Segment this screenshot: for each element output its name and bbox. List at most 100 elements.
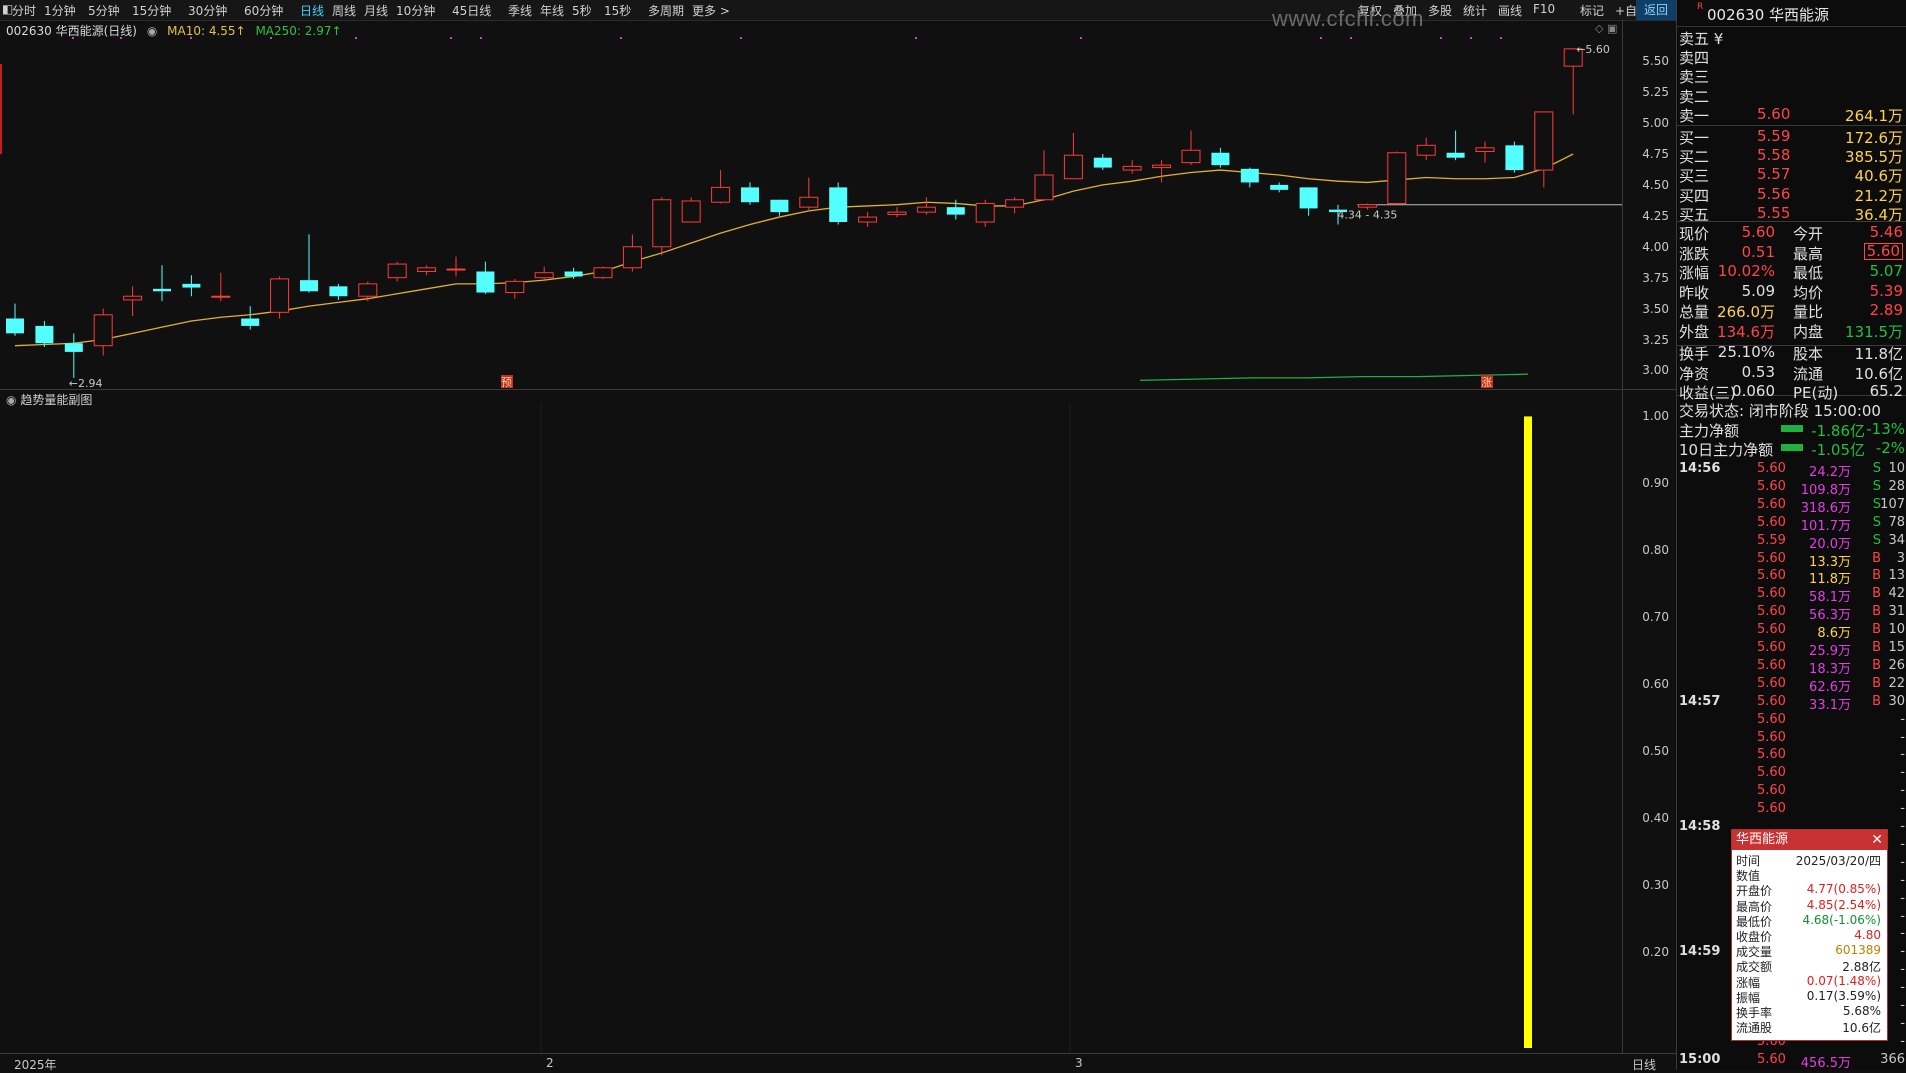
period-tab-2[interactable]: 5分钟	[88, 2, 120, 19]
candlestick-chart[interactable]: ←2.94 ←5.60 4.34 - 4.35 预 涨	[0, 34, 1622, 389]
tick-row: 5.60 101.7万 S 78	[1677, 515, 1906, 534]
ask-row[interactable]: 卖二	[1677, 86, 1906, 106]
tick-price: 5.60	[1757, 496, 1786, 512]
period-tab-9[interactable]: 10分钟	[396, 2, 435, 19]
candle	[1181, 130, 1201, 166]
candle	[1211, 147, 1230, 168]
period-tab-0[interactable]: 分时	[12, 2, 36, 19]
candle-body	[829, 187, 848, 223]
level-volume: 21.2万	[1854, 186, 1903, 205]
period-tab-11[interactable]: 季线	[508, 2, 532, 19]
tick-count: -	[1900, 747, 1905, 763]
tick-row: 5.60 -	[1677, 712, 1906, 730]
period-tab-16[interactable]: 更多 >	[692, 2, 730, 19]
return-button[interactable]: 返回	[1636, 0, 1676, 20]
bid-row[interactable]: 买三 5.57 40.6万	[1677, 165, 1906, 186]
period-tab-1[interactable]: 1分钟	[44, 2, 76, 19]
tick-count: 3	[1896, 550, 1905, 566]
tick-volume: 56.3万	[1809, 608, 1851, 624]
bid-row[interactable]: 买五 5.55 36.4万	[1677, 204, 1906, 224]
price-tick-label: 5.25	[1642, 85, 1669, 100]
period-tab-13[interactable]: 5秒	[572, 2, 592, 19]
tick-count: 10	[1888, 622, 1905, 638]
layout-icon[interactable]: ◧	[2, 2, 13, 16]
period-tab-7[interactable]: 周线	[332, 2, 356, 19]
tick-time: 14:57	[1679, 693, 1721, 709]
period-tab-15[interactable]: 多周期	[648, 2, 684, 19]
candle-body	[887, 211, 907, 216]
period-tab-5[interactable]: 60分钟	[244, 2, 283, 19]
quote-label: 均价	[1793, 283, 1824, 302]
candle	[446, 256, 466, 277]
ask-row[interactable]: 卖三	[1677, 66, 1906, 86]
tick-count: 42	[1888, 586, 1905, 602]
candle-body	[153, 288, 171, 292]
quote-value: 2.89	[1869, 301, 1903, 319]
tool-button-6[interactable]: 标记	[1580, 2, 1604, 19]
chart-settings-icon[interactable]: ◇ ▣	[1595, 22, 1617, 35]
bid-row[interactable]: 买一 5.59 172.6万	[1677, 127, 1906, 147]
candle	[270, 276, 290, 319]
quote-row: 昨收 5.09 均价 5.39	[1677, 282, 1906, 302]
popup-row: 成交量 601389	[1732, 943, 1887, 959]
bid-row[interactable]: 买四 5.56 21.2万	[1677, 185, 1906, 205]
period-tab-8[interactable]: 月线	[364, 2, 388, 19]
tool-button-2[interactable]: 多股	[1428, 2, 1452, 19]
candle-body	[358, 283, 378, 297]
popup-value: 4.68(-1.06%)	[1802, 912, 1881, 927]
bid-row[interactable]: 买二 5.58 385.5万	[1677, 146, 1906, 167]
candle-body	[593, 267, 613, 279]
close-icon[interactable]: ✕	[1871, 830, 1883, 850]
period-tab-3[interactable]: 15分钟	[132, 2, 171, 19]
level-label: 买二	[1679, 148, 1710, 167]
tool-button-4[interactable]: 画线	[1498, 2, 1522, 19]
trend-volume-chart[interactable]	[0, 403, 1622, 1053]
tick-count: -	[1900, 801, 1905, 817]
candle	[387, 261, 407, 282]
quote-value: 5.60	[1863, 242, 1903, 260]
period-tab-10[interactable]: 45日线	[452, 2, 491, 19]
period-tab-14[interactable]: 15秒	[604, 2, 631, 19]
level-price: 5.58	[1757, 146, 1791, 165]
sub-tick-label: 0.60	[1642, 677, 1669, 692]
candle-info-popup: 华西能源 ✕ 时间 2025/03/20/四 数值 开盘价 4.77(0.85%) 最高价…	[1731, 829, 1888, 1041]
tick-row: 14:57 5.60 33.1万 B 30	[1677, 693, 1906, 713]
period-tab-12[interactable]: 年线	[540, 2, 564, 19]
signal-dot	[1350, 37, 1352, 39]
candle	[622, 234, 642, 272]
candle	[1122, 160, 1142, 174]
level-volume: 264.1万	[1845, 106, 1903, 125]
ask-row[interactable]: 卖四	[1677, 47, 1906, 68]
tool-button-5[interactable]: F10	[1533, 2, 1555, 16]
level-volume: 40.6万	[1854, 167, 1903, 186]
candle-body	[1446, 152, 1465, 158]
candle	[329, 283, 348, 300]
price-tick-label: 3.00	[1642, 363, 1669, 378]
signal-dot	[480, 37, 482, 39]
date-axis: 2025年 2 3 日线	[0, 1053, 1676, 1072]
price-tick-label: 5.50	[1642, 54, 1669, 69]
quote-value: 11.8亿	[1854, 345, 1903, 363]
tick-price: 5.60	[1757, 640, 1786, 655]
period-tab-4[interactable]: 30分钟	[188, 2, 227, 19]
tick-price: 5.60	[1757, 801, 1786, 817]
tick-count: 34	[1888, 532, 1905, 548]
candle	[741, 182, 759, 205]
candle-body	[417, 267, 437, 272]
ask-row[interactable]: 卖一 5.60 264.1万	[1677, 105, 1906, 125]
popup-value: 601389	[1835, 943, 1881, 958]
level-label: 卖四	[1679, 49, 1710, 68]
candle	[1093, 153, 1112, 171]
sub-tick-label: 0.20	[1642, 945, 1669, 960]
ask-row[interactable]: 卖五 ¥	[1677, 28, 1906, 48]
tick-price: 5.60	[1757, 478, 1786, 494]
candle	[35, 320, 54, 347]
period-tab-6[interactable]: 日线	[300, 2, 324, 19]
candle-body	[799, 196, 819, 208]
signal-dot	[450, 37, 452, 39]
candle-body	[182, 283, 201, 288]
pane-divider[interactable]	[0, 389, 1676, 390]
tick-count: -	[1900, 836, 1905, 852]
tick-volume: 25.9万	[1809, 644, 1851, 659]
tool-button-3[interactable]: 统计	[1463, 2, 1487, 19]
